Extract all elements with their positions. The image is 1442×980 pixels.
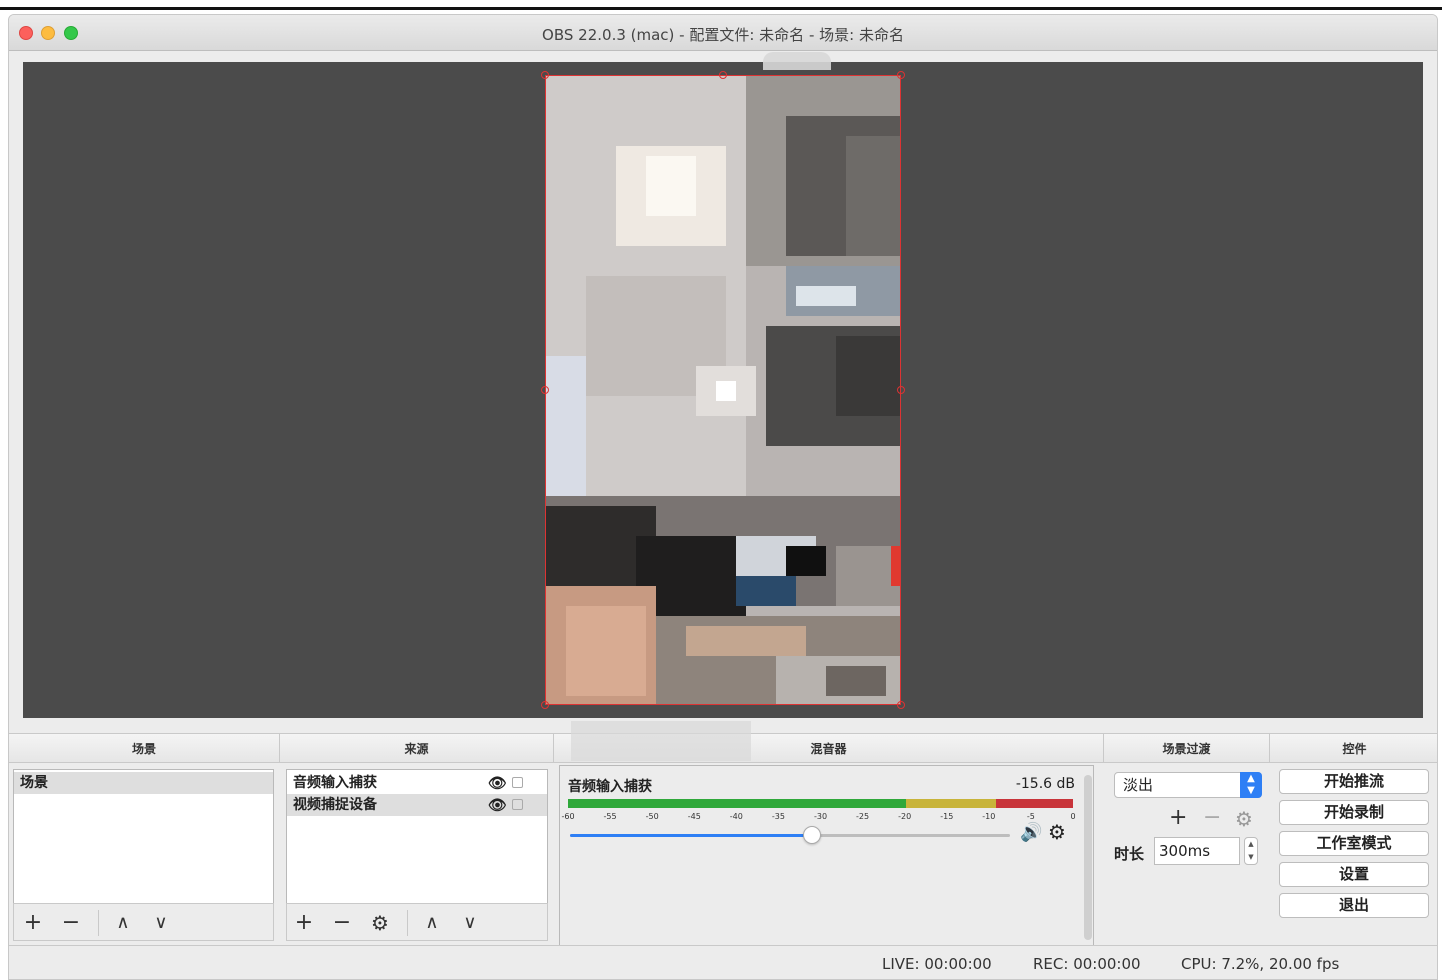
meter-tick-label: -50 [645,812,659,821]
resize-handle-top-left[interactable] [541,71,549,79]
meter-tick-label: -30 [813,812,828,821]
audio-mixer: 音频输入捕获 -15.6 dB -60 -55 -50 -45 -40 -35 -30 -25… [559,765,1094,951]
source-item-label: 音频输入捕获 [293,775,377,791]
studio-mode-button[interactable]: 工作室模式 [1279,831,1429,856]
rec-timer: REC: 00:00:00 [1033,955,1141,973]
meter-tick-label: -40 [729,812,743,821]
add-scene-button[interactable]: + [20,910,46,936]
meter-scale: -60 -55 -50 -45 -40 -35 -30 -25 -20 -15 -10 -5 0 [561,810,1076,824]
duration-input[interactable]: 300ms [1154,837,1240,865]
scenes-list[interactable]: 场景 [13,769,274,905]
scenes-toolbar: + − ∧ ∨ [13,903,274,941]
title-bar[interactable]: OBS 22.0.3 (mac) - 配置文件: 未命名 - 场景: 未命名 [9,15,1437,51]
exit-button[interactable]: 退出 [1279,893,1429,918]
settings-button[interactable]: 设置 [1279,862,1429,887]
start-recording-button[interactable]: 开始录制 [1279,800,1429,825]
source-properties-gear-icon[interactable]: ⚙ [367,910,393,936]
speaker-icon[interactable]: 🔊 [1020,822,1042,843]
video-source-preview[interactable] [545,75,901,705]
meter-tick-label: -55 [603,812,617,821]
remove-source-button[interactable]: − [329,910,355,936]
cpu-fps-readout: CPU: 7.2%, 20.00 fps [1181,955,1340,973]
status-bar: LIVE: 00:00:00 REC: 00:00:00 CPU: 7.2%, … [9,945,1437,979]
move-scene-up-button[interactable]: ∧ [110,910,136,936]
meter-tick-label: -20 [898,812,912,821]
remove-scene-button[interactable]: − [58,910,84,936]
resize-handle-middle-left[interactable] [541,386,549,394]
toolbar-divider [98,910,99,936]
meter-tick-label: -15 [940,812,954,821]
sources-list[interactable]: 音频输入捕获 👁 视频捕捉设备 👁 [286,769,548,905]
remove-transition-button[interactable]: − [1203,805,1221,830]
meter-tick-label: -60 [561,812,575,821]
move-scene-down-button[interactable]: ∨ [148,910,174,936]
meter-yellow-zone [906,799,996,808]
resize-handle-bottom-left[interactable] [541,701,549,709]
add-transition-button[interactable]: + [1169,805,1187,830]
meter-red-zone [996,799,1073,808]
duration-label: 时长 [1114,845,1145,863]
transitions-panel-header: 场景过渡 [1104,733,1270,763]
volume-slider[interactable] [570,826,1010,844]
top-divider-line [0,7,1442,10]
source-item-label: 视频捕捉设备 [293,797,377,813]
volume-slider-knob[interactable] [803,826,821,844]
transition-select[interactable]: 淡出 ▲ ▼ [1114,772,1262,798]
resize-handle-top-center[interactable] [719,71,727,79]
drag-ghost-overlay [763,52,831,70]
mixer-scrollbar[interactable] [1084,775,1092,940]
mixer-db-readout: -15.6 dB [1015,776,1075,792]
meter-tick-label: -10 [982,812,996,821]
eye-icon[interactable]: 👁 [488,772,507,794]
lock-icon[interactable] [512,777,523,788]
meter-tick-label: -25 [856,812,870,821]
transition-select-value: 淡出 [1123,776,1154,794]
scene-item[interactable]: 场景 [14,772,273,794]
meter-tick-label: 0 [1070,812,1076,821]
resize-handle-top-right[interactable] [897,71,905,79]
meter-tick-label: -35 [771,812,785,821]
pixelated-camera-image [546,76,900,704]
resize-handle-middle-right[interactable] [897,386,905,394]
controls-panel-header: 控件 [1270,733,1437,763]
updown-arrows-icon: ▲ ▼ [1240,772,1262,798]
eye-icon[interactable]: 👁 [488,794,507,816]
transition-properties-gear-icon[interactable]: ⚙ [1235,807,1253,831]
drag-ghost-overlay-bottom [571,721,751,761]
source-item-video-capture[interactable]: 视频捕捉设备 👁 [287,794,547,816]
preview-canvas[interactable] [23,52,1423,718]
volume-slider-fill [570,834,812,837]
lock-icon[interactable] [512,799,523,810]
start-streaming-button[interactable]: 开始推流 [1279,769,1429,794]
sources-panel-header: 来源 [280,733,554,763]
add-source-button[interactable]: + [291,910,317,936]
resize-handle-bottom-right[interactable] [897,701,905,709]
scenes-panel-header: 场景 [9,733,280,763]
obs-main-window: OBS 22.0.3 (mac) - 配置文件: 未命名 - 场景: 未命名 场… [8,14,1438,980]
sources-toolbar: + − ⚙ ∧ ∨ [286,903,548,941]
move-source-down-button[interactable]: ∨ [457,910,483,936]
window-title: OBS 22.0.3 (mac) - 配置文件: 未命名 - 场景: 未命名 [542,26,904,44]
meter-green-zone [568,799,906,808]
duration-stepper[interactable]: ▲ ▼ [1244,837,1258,865]
volume-meter [568,799,1073,808]
toolbar-divider [407,910,408,936]
mixer-settings-gear-icon[interactable]: ⚙ [1048,820,1066,844]
live-timer: LIVE: 00:00:00 [882,955,992,973]
meter-tick-label: -5 [1026,812,1035,821]
source-item-audio-input[interactable]: 音频输入捕获 👁 [287,772,547,794]
meter-tick-label: -45 [687,812,701,821]
mixer-channel-name: 音频输入捕获 [568,779,652,795]
move-source-up-button[interactable]: ∧ [419,910,445,936]
